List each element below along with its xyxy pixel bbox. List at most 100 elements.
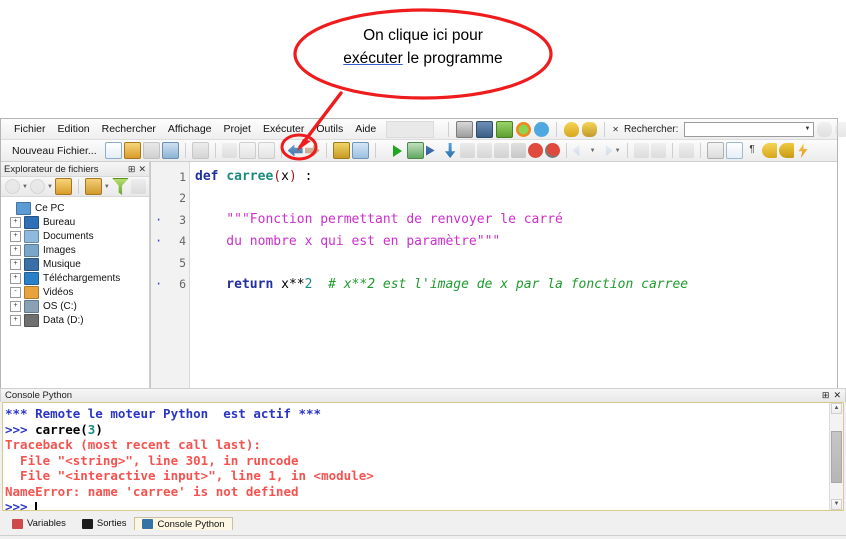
code-token: x [273,277,289,292]
console-line: >>> carree(3) [5,422,829,438]
search-input[interactable]: ▼ [684,122,814,137]
expander-icon[interactable]: + [10,217,21,228]
explorer-node-documents[interactable]: +Documents [4,229,149,243]
forward-dropdown-icon: ▼ [615,148,621,154]
desktop-icon [24,216,39,229]
code-token: ) [289,169,297,184]
explorer-node-ce-pc[interactable]: Ce PC [4,201,149,215]
chart-icon[interactable] [496,121,513,138]
console-close-icon[interactable]: ✕ [833,390,841,401]
callout-text: On clique ici pour exécuter le programme [314,24,532,71]
nav-forward-dropdown-icon[interactable]: ▼ [47,184,53,190]
menu-projet[interactable]: Projet [218,121,257,137]
expander-icon[interactable]: + [10,259,21,270]
list-icon[interactable] [707,142,724,159]
menu-aide[interactable]: Aide [349,121,382,137]
database-icon[interactable] [456,121,473,138]
breakpoint-icon[interactable] [545,143,560,158]
folder-options-icon[interactable] [85,178,102,195]
page-icon[interactable] [726,142,743,159]
explorer-node-images[interactable]: +Images [4,243,149,257]
comment-icon[interactable] [352,142,369,159]
code-line[interactable] [190,188,837,210]
menu-rechercher[interactable]: Rechercher [96,121,162,137]
console-token: *** Remote le moteur Python est actif **… [5,406,321,421]
new-file-button[interactable]: Nouveau Fichier... [6,143,103,159]
console-output-area[interactable]: *** Remote le moteur Python est actif **… [2,402,844,511]
lightning-icon[interactable] [796,143,811,158]
expander-icon[interactable]: - [10,287,21,298]
menu-edition[interactable]: Edition [52,121,96,137]
tab-console-python-label: Console Python [157,519,224,530]
step-over-icon[interactable] [426,143,441,158]
scroll-down-button[interactable]: ▼ [831,499,842,510]
step-into-icon[interactable] [443,143,458,158]
code-line[interactable]: du nombre x qui est en paramètre""" [190,231,837,253]
line-number-value: 5 [179,256,186,270]
fold-marker-icon[interactable]: · [155,278,162,290]
code-line[interactable]: """Fonction permettant de renvoyer le ca… [190,209,837,231]
tab-sorties[interactable]: Sorties [74,517,135,530]
toolbar-separator-5 [185,143,186,158]
code-line[interactable]: def carree(x) : [190,166,837,188]
run-button[interactable] [390,143,405,158]
code-token: """Fonction permettant de renvoyer le ca… [195,212,563,227]
console-line: File "<string>", line 301, in runcode [5,453,829,469]
console-pin-icon[interactable]: ⊞ [822,390,830,401]
console-scrollbar[interactable]: ▲ ▼ [829,403,843,510]
explorer-node-vid-os[interactable]: -Vidéos [4,285,149,299]
fold-marker-icon[interactable]: · [155,235,162,247]
nav-back-dropdown-icon[interactable]: ▼ [22,184,28,190]
explorer-node-label: Ce PC [35,203,64,214]
scroll-thumb[interactable] [831,431,842,483]
close-icon[interactable]: ✕ [138,164,146,175]
console-token: File "<string>", line 301, in runcode [5,453,299,468]
undo-icon[interactable] [288,143,303,158]
stop-icon[interactable] [528,143,543,158]
explorer-node-musique[interactable]: +Musique [4,257,149,271]
filter-icon[interactable] [112,178,129,195]
code-line[interactable]: return x**2 # x**2 est l'image de x par … [190,274,837,296]
open-folder-icon[interactable] [124,142,141,159]
menu-affichage[interactable]: Affichage [162,121,218,137]
explorer-node-bureau[interactable]: +Bureau [4,215,149,229]
menu-outils[interactable]: Outils [310,121,349,137]
close-search-icon[interactable]: ✕ [612,125,619,134]
console-tab-bar: VariablesSorties Console Python [0,514,846,530]
find-icon[interactable] [564,122,579,137]
outdent-icon [651,143,666,158]
tab-variables[interactable]: Variables [4,517,74,530]
save-all-icon[interactable] [162,142,179,159]
fold-marker-icon[interactable]: · [155,214,162,226]
refresh-icon[interactable] [516,122,531,137]
expander-icon[interactable]: + [10,245,21,256]
expander-icon[interactable]: + [10,273,21,284]
help-icon[interactable] [534,122,549,137]
console-output-text[interactable]: *** Remote le moteur Python est actif **… [3,403,829,510]
code-token: def [195,169,226,184]
explorer-node-os-c[interactable]: +OS (C:) [4,299,149,313]
folder-options-dropdown-icon[interactable]: ▼ [104,184,110,190]
expander-icon[interactable]: + [10,301,21,312]
explorer-node-data-d[interactable]: +Data (D:) [4,313,149,327]
find-replace-icon[interactable] [333,142,350,159]
run-config-icon[interactable] [407,142,424,159]
new-document-icon[interactable] [105,142,122,159]
tab-console-python[interactable]: Console Python [134,517,232,530]
replace-icon[interactable] [582,122,597,137]
pilcrow-icon[interactable]: ¶ [745,143,760,158]
menu-fichier[interactable]: Fichier [8,121,52,137]
explorer-node-t-l-chargements[interactable]: +Téléchargements [4,271,149,285]
expander-icon[interactable]: + [10,231,21,242]
redo-icon[interactable] [305,143,320,158]
pin-icon[interactable]: ⊞ [128,164,136,175]
scroll-up-button[interactable]: ▲ [831,403,842,414]
parent-folder-icon[interactable] [55,178,72,195]
chevron-down-icon[interactable]: ▼ [804,126,810,132]
library-icon[interactable] [476,121,493,138]
key2-icon[interactable] [779,143,794,158]
code-line[interactable] [190,252,837,274]
menu-executer[interactable]: Exécuter [257,121,310,137]
key-icon[interactable] [762,143,777,158]
expander-icon[interactable]: + [10,315,21,326]
